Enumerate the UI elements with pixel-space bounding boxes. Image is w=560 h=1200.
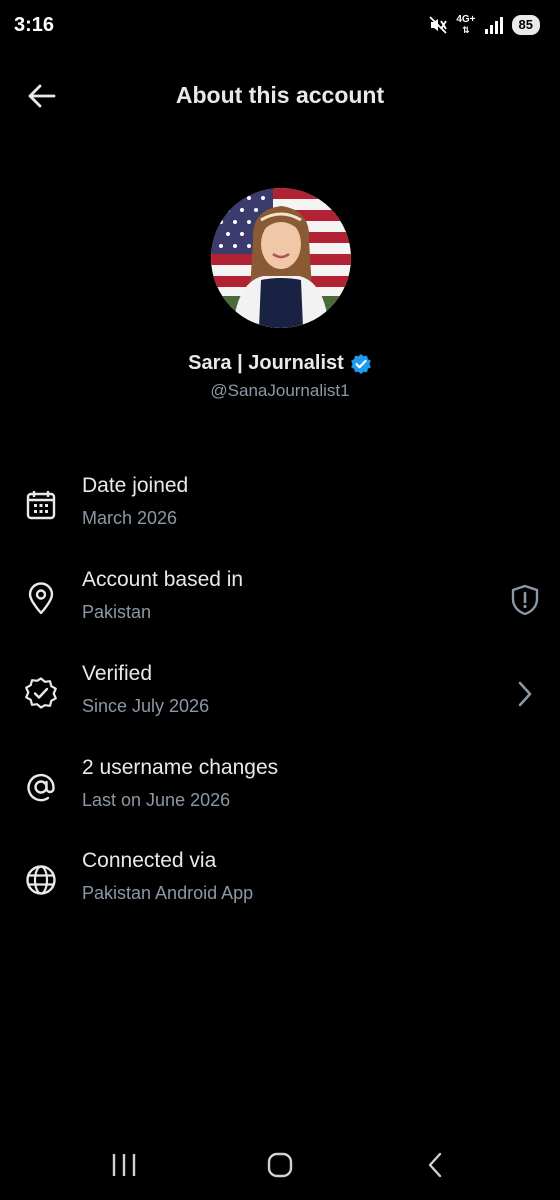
profile-photo <box>211 188 351 328</box>
row-title: Date joined <box>82 474 189 497</box>
location-pin-icon <box>28 582 54 615</box>
profile-name-row: Sara | Journalist <box>0 352 560 375</box>
home-button[interactable] <box>260 1150 300 1180</box>
calendar-icon <box>26 491 56 520</box>
recent-apps-button[interactable] <box>104 1150 144 1180</box>
header: About this account <box>0 70 560 122</box>
network-arrows-icon: 4G+ ⇅ <box>456 14 476 36</box>
profile-handle: @SanaJournalist1 <box>210 381 350 400</box>
row-verified[interactable]: Verified Since July 2026 <box>0 662 560 742</box>
status-icons: 4G+ ⇅ 85 <box>428 15 540 35</box>
signal-icon <box>484 17 503 34</box>
shield-alert-icon[interactable] <box>510 584 540 616</box>
row-username-changes: 2 username changes Last on June 2026 <box>0 756 560 836</box>
chevron-right-icon <box>518 681 532 707</box>
row-date-joined: Date joined March 2026 <box>0 474 560 554</box>
row-connected-via: Connected via Pakistan Android App <box>0 849 560 929</box>
network-type-label: 4G+ <box>456 14 476 25</box>
row-title: Connected via <box>82 849 217 872</box>
system-nav-bar <box>0 1140 560 1190</box>
verified-badge-icon <box>350 353 371 374</box>
row-title: Verified <box>82 662 153 685</box>
home-icon <box>267 1152 293 1178</box>
row-account-based-in: Account based in Pakistan <box>0 568 560 648</box>
battery-icon: 85 <box>511 15 540 35</box>
mute-icon <box>429 16 448 34</box>
status-time: 3:16 <box>14 14 55 36</box>
back-icon <box>428 1152 442 1178</box>
recent-apps-icon <box>112 1154 136 1176</box>
avatar <box>211 188 351 328</box>
row-subtitle: Last on June 2026 <box>82 790 231 810</box>
row-title: Account based in <box>82 568 244 591</box>
row-subtitle: Pakistan Android App <box>82 883 254 903</box>
at-sign-icon <box>27 773 55 802</box>
row-subtitle: March 2026 <box>82 508 178 528</box>
profile-name: Sara | Journalist <box>188 352 344 374</box>
globe-icon <box>26 865 56 895</box>
system-back-button[interactable] <box>416 1150 456 1180</box>
page-title: About this account <box>175 82 385 108</box>
row-title: 2 username changes <box>82 756 279 779</box>
status-bar: 3:16 4G+ ⇅ 85 <box>0 0 560 52</box>
row-subtitle: Since July 2026 <box>82 696 210 716</box>
row-subtitle: Pakistan <box>82 602 152 622</box>
verified-outline-icon <box>25 677 57 709</box>
